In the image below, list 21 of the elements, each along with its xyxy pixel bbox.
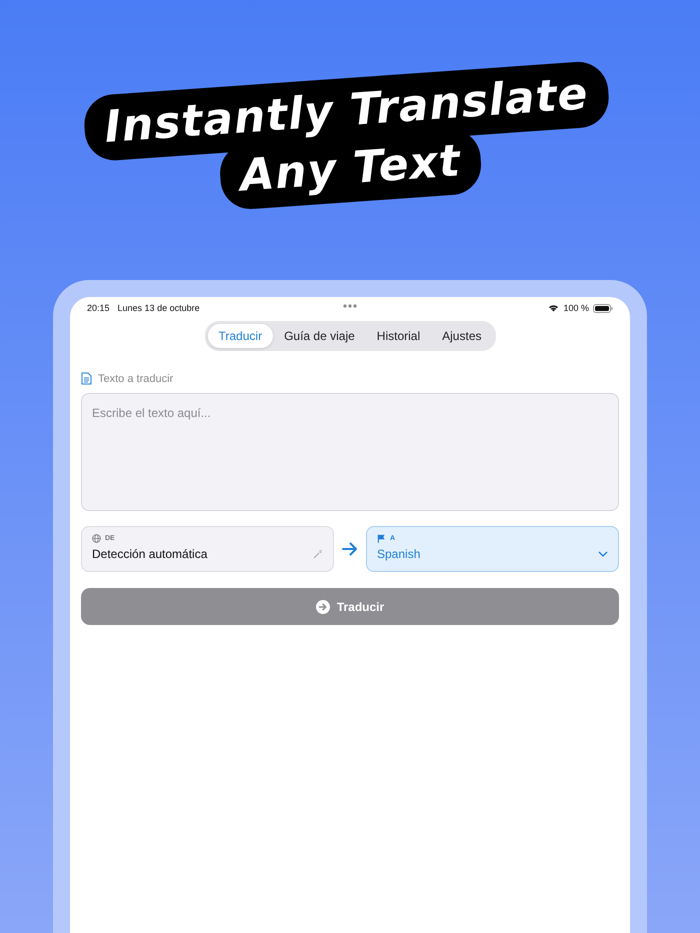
flag-icon — [377, 534, 386, 543]
tab[interactable]: Traducir — [208, 324, 274, 348]
tab[interactable]: Guía de viaje — [273, 324, 366, 348]
chevron-down-icon — [598, 551, 608, 557]
battery-percent: 100 % — [563, 303, 589, 313]
multitask-icon[interactable] — [343, 304, 357, 308]
document-icon — [81, 372, 92, 385]
language-value: Spanish — [377, 547, 420, 561]
input-field[interactable]: Escribe el texto aquí... — [81, 393, 619, 511]
globe-icon — [92, 534, 101, 543]
wifi-icon — [548, 304, 560, 312]
arrow-right-icon — [342, 542, 358, 556]
tab[interactable]: Ajustes — [431, 324, 492, 348]
tab[interactable]: Historial — [366, 324, 432, 348]
status-date: Lunes 13 de octubre — [118, 303, 200, 313]
status-time: 20:15 — [87, 303, 110, 313]
battery-icon — [593, 304, 613, 312]
field-label: Texto a traducir — [98, 372, 174, 384]
arrow-circle-icon — [316, 600, 330, 614]
language-value: Detección automática — [92, 547, 208, 561]
magic-wand-icon — [313, 549, 323, 559]
